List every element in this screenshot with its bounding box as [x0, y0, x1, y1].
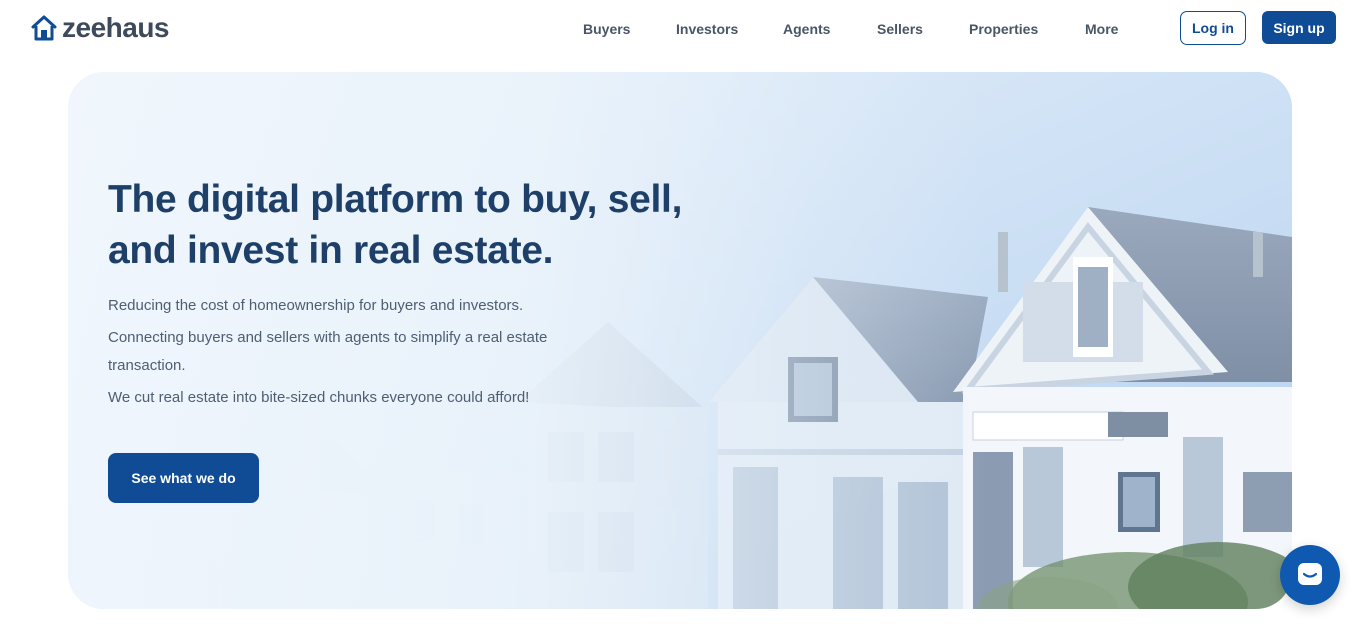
chat-launcher-button[interactable] [1280, 545, 1340, 605]
nav-investors[interactable]: Investors [676, 18, 738, 40]
nav-properties[interactable]: Properties [969, 18, 1038, 40]
login-button[interactable]: Log in [1180, 11, 1246, 45]
brand-logo[interactable]: zeehaus [30, 12, 170, 44]
hero-line-2: Connecting buyers and sellers with agent… [108, 329, 548, 374]
nav-buyers[interactable]: Buyers [583, 18, 630, 40]
see-what-we-do-button[interactable]: See what we do [108, 453, 259, 503]
site-header: zeehaus Buyers Investors Agents Sellers … [0, 0, 1360, 60]
brand-name: zeehaus [62, 12, 170, 43]
nav-more[interactable]: More [1085, 18, 1118, 40]
nav-sellers[interactable]: Sellers [877, 18, 923, 40]
hero-line-1: Reducing the cost of homeownership for b… [108, 297, 524, 314]
signup-button[interactable]: Sign up [1262, 11, 1336, 44]
hero-description: Reducing the cost of homeownership for b… [108, 292, 578, 416]
chat-bubble-icon [1298, 563, 1322, 585]
hero-banner: The digital platform to buy, sell, and i… [68, 72, 1292, 609]
house-logo-icon [31, 15, 57, 41]
hero-line-3: We cut real estate into bite-sized chunk… [108, 389, 530, 406]
nav-agents[interactable]: Agents [783, 18, 830, 40]
hero-title: The digital platform to buy, sell, and i… [108, 178, 683, 272]
